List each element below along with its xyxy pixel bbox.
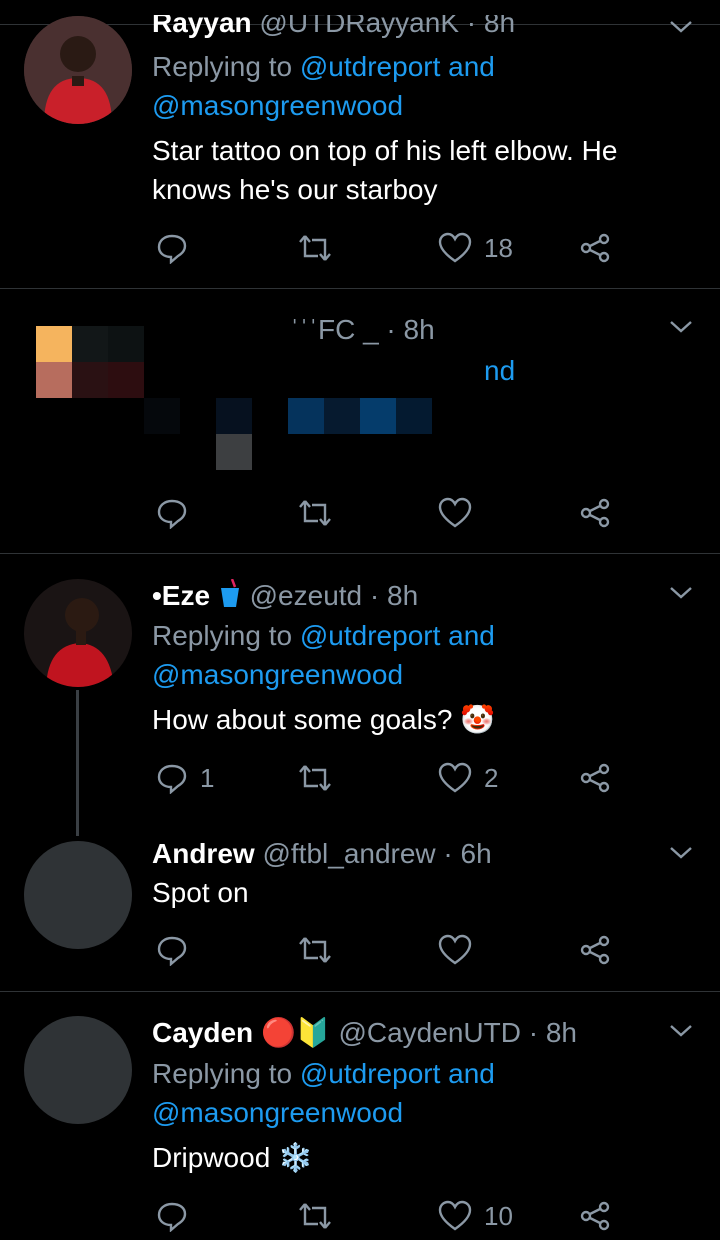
cup-icon (218, 578, 242, 607)
retweet-icon (299, 500, 331, 526)
reply-button[interactable] (156, 232, 200, 264)
reply-icon (157, 234, 187, 264)
share-button[interactable] (579, 934, 611, 966)
pixelated-avatar (36, 326, 144, 398)
mention-link[interactable]: nd (484, 354, 515, 388)
like-button[interactable]: 10 (438, 1200, 513, 1232)
share-icon (580, 763, 610, 793)
reply-icon (157, 936, 187, 966)
author-meta[interactable]: ˈˈˈFC _ · 8h (290, 313, 435, 347)
replying-to: Replying to @utdreport and (152, 50, 495, 84)
reply-button[interactable] (156, 1200, 188, 1232)
reply-icon (157, 764, 187, 794)
share-button[interactable] (579, 232, 611, 264)
retweet-button[interactable] (298, 497, 332, 529)
mention-link[interactable]: @masongreenwood (152, 89, 403, 123)
replying-to: Replying to @utdreport and (152, 619, 495, 653)
avatar-rayyan[interactable] (24, 16, 132, 124)
heart-icon (438, 934, 472, 965)
mention-link[interactable]: @masongreenwood (152, 658, 403, 692)
tweet-divider (0, 991, 720, 992)
author-meta[interactable]: @UTDRayyanK · 8h (259, 15, 515, 38)
heart-icon (438, 497, 472, 528)
heart-icon (438, 232, 472, 263)
mention-link[interactable]: @utdreport and (300, 1058, 495, 1089)
like-button[interactable]: 2 (438, 762, 498, 794)
tweet-header: Andrew @ftbl_andrew · 6h (152, 837, 492, 871)
retweet-icon (299, 765, 331, 791)
chevron-down-icon[interactable] (668, 14, 694, 40)
thread-connector (76, 690, 79, 836)
pixelated-text (144, 398, 434, 470)
share-icon (580, 1201, 610, 1231)
author-name[interactable]: •Eze (152, 580, 210, 611)
reply-icon (157, 499, 187, 529)
like-button[interactable] (438, 934, 472, 966)
tweet-text: How about some goals? 🤡 (152, 704, 496, 735)
tweet-divider (0, 553, 720, 554)
reply-count: 1 (200, 762, 215, 793)
chevron-down-icon[interactable] (668, 314, 694, 340)
replying-prefix: Replying to (152, 1058, 293, 1089)
share-button[interactable] (579, 762, 611, 794)
avatar-andrew[interactable] (24, 841, 132, 949)
avatar-image (24, 579, 132, 687)
like-button[interactable] (438, 497, 472, 529)
share-icon (580, 233, 610, 263)
reply-button[interactable] (156, 497, 188, 529)
like-count: 18 (484, 232, 513, 263)
replying-to: Replying to @utdreport and (152, 1057, 495, 1091)
retweet-button[interactable] (298, 762, 332, 794)
tweet-text: Star tattoo on top of his left elbow. He (152, 135, 618, 166)
chevron-down-icon[interactable] (668, 1018, 694, 1044)
retweet-icon (299, 1203, 331, 1229)
tweet-header: Cayden 🔴🔰 @CaydenUTD · 8h (152, 1016, 577, 1050)
like-count: 2 (484, 762, 499, 793)
replying-prefix: Replying to (152, 620, 293, 651)
author-meta[interactable]: @ftbl_andrew · 6h (262, 838, 491, 869)
like-count: 10 (484, 1200, 513, 1231)
share-icon (580, 935, 610, 965)
retweet-icon (299, 937, 331, 963)
retweet-button[interactable] (298, 232, 332, 264)
author-meta[interactable]: @CaydenUTD · 8h (338, 1017, 577, 1048)
avatar-cayden[interactable] (24, 1016, 132, 1124)
replying-prefix: Replying to (152, 51, 293, 82)
retweet-icon (299, 235, 331, 261)
retweet-button[interactable] (298, 1200, 332, 1232)
retweet-button[interactable] (298, 934, 332, 966)
heart-icon (438, 762, 472, 793)
share-button[interactable] (579, 497, 611, 529)
tweet-text: Dripwood ❄️ (152, 1142, 313, 1173)
mention-link[interactable]: @masongreenwood (152, 1096, 403, 1130)
author-meta[interactable]: @ezeutd · 8h (250, 580, 419, 611)
share-icon (580, 498, 610, 528)
tweet-divider (0, 288, 720, 289)
badge-icons: 🔴🔰 (260, 1017, 331, 1048)
tweet-header: Rayyan @UTDRayyanK · 8h (152, 15, 515, 40)
chevron-down-icon[interactable] (668, 840, 694, 866)
like-button[interactable]: 18 (438, 232, 513, 264)
reply-icon (157, 1202, 187, 1232)
heart-icon (438, 1200, 472, 1231)
author-name[interactable]: Andrew (152, 838, 255, 869)
mention-link[interactable]: @utdreport and (300, 51, 495, 82)
avatar-image (24, 16, 132, 124)
chevron-down-icon[interactable] (668, 580, 694, 606)
author-name[interactable]: Cayden (152, 1017, 253, 1048)
mention-link[interactable]: @utdreport and (300, 620, 495, 651)
avatar-eze[interactable] (24, 579, 132, 687)
reply-button[interactable]: 1 (156, 762, 214, 794)
tweet-text: knows he's our starboy (152, 174, 438, 205)
tweet-header: •Eze @ezeutd · 8h (152, 578, 419, 613)
reply-button[interactable] (156, 934, 188, 966)
tweet-text: Spot on (152, 877, 249, 908)
share-button[interactable] (579, 1200, 611, 1232)
author-name[interactable]: Rayyan (152, 15, 252, 38)
